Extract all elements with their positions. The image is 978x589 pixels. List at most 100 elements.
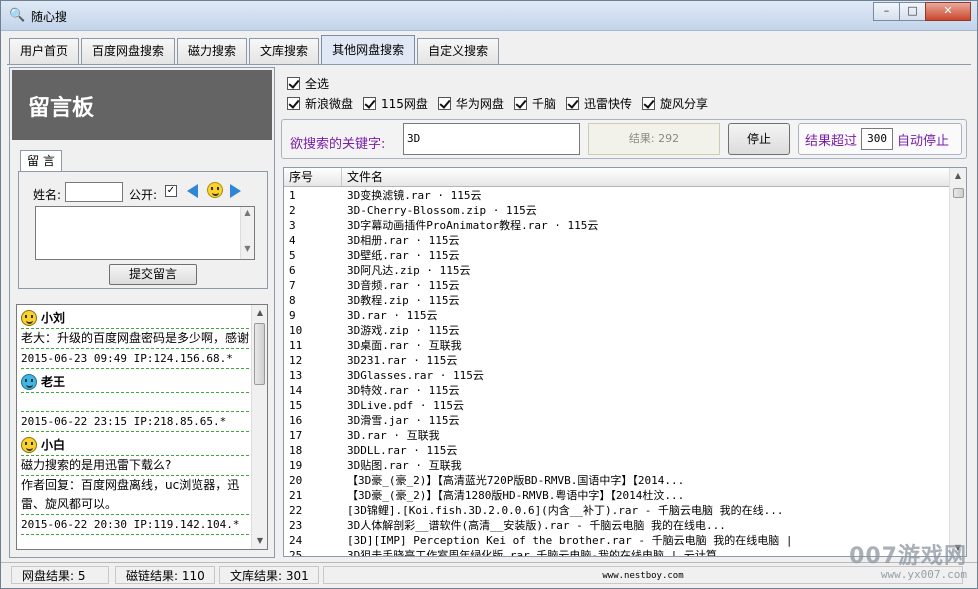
table-row[interactable]: 2 3D-Cherry-Blossom.zip · 115云	[284, 203, 950, 218]
tab-other-netdisk-search[interactable]: 其他网盘搜索	[321, 35, 416, 65]
checkbox-check-icon	[437, 97, 451, 110]
table-row[interactable]: 3 3D字幕动画插件ProAnimator教程.rar · 115云	[284, 218, 950, 233]
table-row[interactable]: 4 3D相册.rar · 115云	[284, 233, 950, 248]
row-filename: 3D壁纸.rar · 115云	[347, 249, 460, 262]
next-emoji-icon[interactable]	[230, 184, 241, 198]
row-filename: 3DGlasses.rar · 115云	[347, 369, 484, 382]
table-row[interactable]: 12 3D231.rar · 115云	[284, 353, 950, 368]
results-scrollbar[interactable]: ▲ ▼	[949, 168, 966, 556]
auto-stop-limit-input[interactable]: 300	[861, 128, 894, 150]
table-row[interactable]: 6 3D阿凡达.zip · 115云	[284, 263, 950, 278]
scroll-up-icon[interactable]: ▲	[252, 305, 267, 321]
smiley-icon[interactable]	[207, 182, 223, 198]
table-row[interactable]: 19 3D贴图.rar · 互联我	[284, 458, 950, 473]
keyword-bar: 欲搜索的关键字: 3D 结果: 292 停止 结果超过 300 自动停止	[281, 119, 967, 159]
table-row[interactable]: 9 3D.rar · 115云	[284, 308, 950, 323]
tab-custom-search[interactable]: 自定义搜索	[417, 38, 500, 65]
source-checkbox-115[interactable]: 115网盘	[363, 95, 428, 112]
prev-emoji-icon[interactable]	[187, 184, 198, 198]
tab-content-border	[7, 64, 971, 65]
source-checkboxes: 新浪微盘 115网盘 华为网盘 千脑 迅雷快传 旋风分享	[287, 95, 718, 112]
keyword-label: 欲搜索的关键字:	[290, 137, 386, 152]
select-all-checkbox[interactable]: 全选	[287, 75, 329, 92]
minimize-button[interactable]: –	[873, 2, 900, 21]
tab-baidu-search[interactable]: 百度网盘搜索	[81, 38, 176, 65]
table-row[interactable]: 23 3D人体解剖彩__谱软件(高清__安装版).rar - 千脑云电脑 我的在线…	[284, 518, 950, 533]
public-checkbox[interactable]: ✓	[165, 185, 177, 197]
tab-wenku-search[interactable]: 文库搜索	[249, 38, 320, 65]
source-checkbox-sina[interactable]: 新浪微盘	[287, 95, 353, 112]
message-text: 老大：升级的百度网盘密码是多少啊，感谢	[21, 329, 249, 349]
tab-home[interactable]: 用户首页	[9, 38, 80, 65]
submit-message-button[interactable]: 提交留言	[109, 264, 197, 285]
message-meta: 2015-06-22 23:15 IP:218.85.65.*	[21, 412, 249, 432]
message-reply: 作者回复：百度网盘离线，uc浏览器，迅雷、旋风都可以。	[21, 476, 249, 515]
scroll-down-icon[interactable]: ▼	[252, 533, 267, 549]
table-row[interactable]: 10 3D游戏.zip · 115云	[284, 323, 950, 338]
source-checkbox-xuanfeng[interactable]: 旋风分享	[641, 95, 708, 112]
row-filename: 3D阿凡达.zip · 115云	[347, 264, 471, 277]
table-row[interactable]: 17 3D.rar · 互联我	[284, 428, 950, 443]
table-row[interactable]: 21 【3D豪_(豪_2)】【高清1280版HD-RMVB.粤语中字】【2014杜…	[284, 488, 950, 503]
message-textarea[interactable]: ▲ ▼	[35, 206, 255, 260]
source-checkbox-qiannao[interactable]: 千脑	[513, 95, 556, 112]
table-row[interactable]: 7 3D音频.rar · 115云	[284, 278, 950, 293]
row-number: 16	[289, 414, 303, 427]
maximize-button[interactable]: □	[899, 2, 926, 21]
table-row[interactable]: 15 3DLive.pdf · 115云	[284, 398, 950, 413]
name-input[interactable]	[65, 182, 123, 202]
message-text	[21, 393, 249, 412]
scroll-thumb[interactable]	[254, 323, 265, 385]
table-row[interactable]: 22 [3D锦鲤].[Koi.fish.3D.2.0.0.6](内含__补丁).r…	[284, 503, 950, 518]
tab-magnet-search[interactable]: 磁力搜索	[177, 38, 248, 65]
status-magnet-count: 磁链结果: 110	[115, 566, 215, 584]
checkbox-check-icon	[363, 97, 377, 110]
checkbox-check-icon	[565, 97, 579, 110]
row-filename: 3D特效.rar · 115云	[347, 384, 460, 397]
table-row[interactable]: 8 3D教程.zip · 115云	[284, 293, 950, 308]
close-button[interactable]: ✕	[925, 2, 971, 21]
source-checkbox-xunlei[interactable]: 迅雷快传	[565, 95, 632, 112]
message-list-scrollbar[interactable]: ▲ ▼	[251, 305, 267, 549]
checkbox-check-icon	[513, 97, 527, 110]
column-header-filename[interactable]: 文件名	[342, 168, 383, 186]
row-filename: 3D.rar · 互联我	[347, 429, 440, 442]
scroll-up-icon[interactable]: ▲	[950, 168, 966, 184]
table-row[interactable]: 14 3D特效.rar · 115云	[284, 383, 950, 398]
row-filename: 3D游戏.zip · 115云	[347, 324, 460, 337]
row-number: 1	[289, 189, 296, 202]
row-filename: 3D.rar · 115云	[347, 309, 438, 322]
row-number: 4	[289, 234, 296, 247]
status-wenku-count: 文库结果: 301	[219, 566, 319, 584]
results-body: 1 3D变换滤镜.rar · 115云 2 3D-Cherry-Blossom.zip…	[284, 188, 950, 556]
results-list: 序号 文件名 1 3D变换滤镜.rar · 115云 2 3D-Cherry-Blos…	[283, 167, 967, 557]
table-row[interactable]: 1 3D变换滤镜.rar · 115云	[284, 188, 950, 203]
row-filename: [3D锦鲤].[Koi.fish.3D.2.0.0.6](内含__补丁).rar…	[347, 504, 784, 517]
keyword-input[interactable]: 3D	[403, 123, 580, 155]
row-number: 3	[289, 219, 296, 232]
row-filename: 3DDLL.rar · 115云	[347, 444, 458, 457]
table-row[interactable]: 13 3DGlasses.rar · 115云	[284, 368, 950, 383]
table-row[interactable]: 11 3D桌面.rar · 互联我	[284, 338, 950, 353]
message-meta: 2015-06-23 09:49 IP:124.156.68.*	[21, 349, 249, 369]
column-header-no[interactable]: 序号	[284, 168, 342, 186]
select-all-row: 全选	[287, 75, 339, 92]
guestbook-header: 留言板	[12, 70, 272, 140]
source-label: 迅雷快传	[583, 97, 632, 111]
textarea-scrollbar[interactable]: ▲ ▼	[240, 207, 254, 259]
stop-button[interactable]: 停止	[728, 123, 790, 155]
select-all-label: 全选	[305, 77, 330, 91]
watermark-url: www.yx007.com	[880, 568, 967, 581]
row-filename: 3D桌面.rar · 互联我	[347, 339, 462, 352]
table-row[interactable]: 18 3DDLL.rar · 115云	[284, 443, 950, 458]
row-number: 10	[289, 324, 303, 337]
table-row[interactable]: 20 【3D豪_(豪_2)】【高清蓝光720P版BD-RMVB.国语中字】【201…	[284, 473, 950, 488]
table-row[interactable]: 5 3D壁纸.rar · 115云	[284, 248, 950, 263]
scroll-thumb[interactable]	[953, 188, 964, 198]
row-number: 22	[289, 504, 303, 517]
tab-leave-message[interactable]: 留 言	[20, 150, 62, 172]
source-checkbox-huawei[interactable]: 华为网盘	[437, 95, 504, 112]
table-row[interactable]: 16 3D滑雪.jar · 115云	[284, 413, 950, 428]
source-label: 华为网盘	[455, 97, 504, 111]
title-bar[interactable]: 🔍 随心搜 – □ ✕	[1, 1, 977, 31]
